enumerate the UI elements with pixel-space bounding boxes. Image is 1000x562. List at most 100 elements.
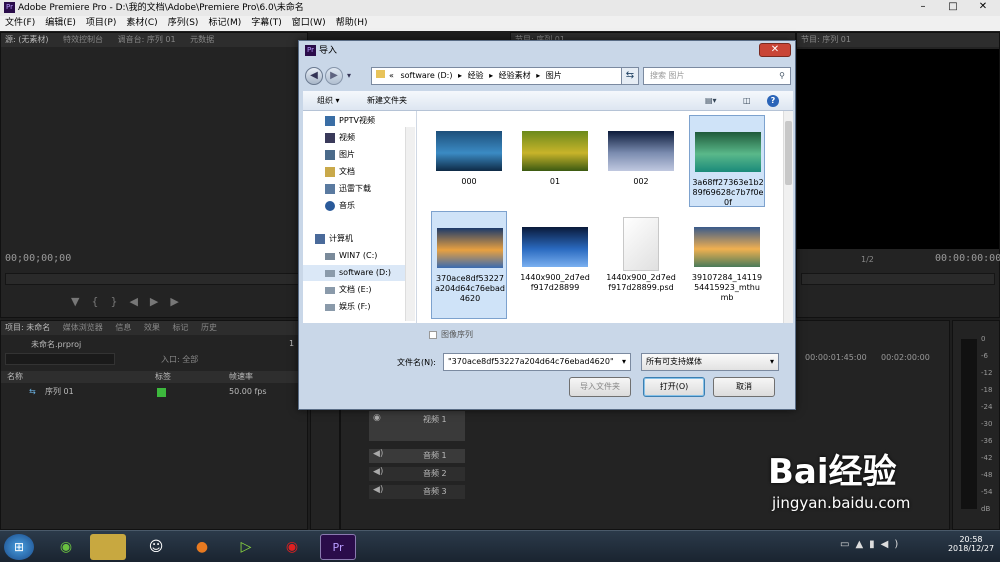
tab-info[interactable]: 信息 xyxy=(115,323,131,332)
address-separator[interactable]: ▸ xyxy=(489,71,493,80)
program-scrubber[interactable] xyxy=(801,273,995,285)
recent-locations-dropdown[interactable]: ▾ xyxy=(347,71,351,80)
file-tile[interactable]: 370ace8df53227a204d64c76ebad4620 xyxy=(431,211,507,319)
address-segment-pictures[interactable]: 图片 xyxy=(546,71,562,80)
source-scrubber[interactable] xyxy=(5,273,303,285)
back-button[interactable]: ◀ xyxy=(305,67,323,85)
nav-item-pptv[interactable]: PPTV视频 xyxy=(303,113,407,129)
qq-icon[interactable]: ☺ xyxy=(138,534,174,560)
program-zoom[interactable]: 1/2 xyxy=(861,255,874,264)
address-separator[interactable]: ▸ xyxy=(458,71,462,80)
tab-source[interactable]: 源: (无素材) xyxy=(5,35,48,44)
file-list-scrollbar[interactable] xyxy=(783,111,793,323)
project-in-filter[interactable]: 入口: 全部 xyxy=(161,354,198,365)
help-icon[interactable]: ? xyxy=(767,95,779,107)
scrollbar-thumb[interactable] xyxy=(785,121,792,185)
project-search-input[interactable] xyxy=(5,353,115,365)
address-overflow[interactable]: « xyxy=(389,71,394,80)
forward-button[interactable]: ▶ xyxy=(325,67,343,85)
close-window-button[interactable]: ✕ xyxy=(968,0,998,14)
filename-input[interactable]: "370ace8df53227a204d64c76ebad4620" ▾ xyxy=(443,353,631,371)
audio-track-header-1[interactable]: ◀) 音频 1 xyxy=(369,449,465,463)
view-options-icon[interactable]: ▤▾ xyxy=(705,91,717,111)
search-input[interactable]: 搜索 图片 ⚲ xyxy=(643,67,791,85)
menu-help[interactable]: 帮助(H) xyxy=(331,16,373,31)
tab-project[interactable]: 项目: 未命名 xyxy=(5,323,50,332)
import-folder-button[interactable]: 导入文件夹 xyxy=(569,377,631,397)
nav-item-drive-d[interactable]: software (D:) xyxy=(303,265,407,281)
menu-project[interactable]: 项目(P) xyxy=(81,16,121,31)
tab-markers[interactable]: 标记 xyxy=(172,323,188,332)
tab-effect-controls[interactable]: 特效控制台 xyxy=(63,35,103,44)
chevron-down-icon[interactable]: ▾ xyxy=(770,354,774,370)
image-sequence-option[interactable]: 图像序列 xyxy=(429,329,473,341)
file-type-select[interactable]: 所有可支持媒体 ▾ xyxy=(641,353,779,371)
eye-icon[interactable]: ◉ xyxy=(373,413,381,423)
audio-track-header-2[interactable]: ◀) 音频 2 xyxy=(369,467,465,481)
preview-pane-icon[interactable]: ◫ xyxy=(743,91,751,111)
media-player-icon[interactable]: ▷ xyxy=(228,534,264,560)
file-tile[interactable]: 1440x900_2d7edf917d28899.psd xyxy=(603,211,679,319)
address-segment-jingyan[interactable]: 经验 xyxy=(468,71,484,80)
minimize-button[interactable]: – xyxy=(908,0,938,14)
tab-history[interactable]: 历史 xyxy=(201,323,217,332)
firefox-icon[interactable]: ● xyxy=(184,534,220,560)
dialog-close-button[interactable]: ✕ xyxy=(759,43,791,57)
nav-item-drive-f[interactable]: 娱乐 (F:) xyxy=(303,299,407,315)
video-track-header[interactable]: ◉ 视频 1 xyxy=(369,411,465,441)
tab-program[interactable]: 节目: 序列 01 xyxy=(797,33,999,47)
menu-file[interactable]: 文件(F) xyxy=(0,16,40,31)
audio-track-header-3[interactable]: ◀) 音频 3 xyxy=(369,485,465,499)
nav-item-documents[interactable]: 文档 xyxy=(303,164,407,180)
address-segment-sucai[interactable]: 经验素材 xyxy=(499,71,531,80)
file-tile[interactable]: 002 xyxy=(603,115,679,223)
open-button[interactable]: 打开(O) xyxy=(643,377,705,397)
nav-item-downloads[interactable]: 迅雷下载 xyxy=(303,181,407,197)
tab-effects[interactable]: 效果 xyxy=(144,323,160,332)
nav-scrollbar[interactable] xyxy=(405,127,415,321)
menu-window[interactable]: 窗口(W) xyxy=(287,16,331,31)
menu-marker[interactable]: 标记(M) xyxy=(203,16,246,31)
file-tile[interactable]: 3a68ff27363e1b289f69628c7b7f0e0f xyxy=(689,115,765,207)
nav-item-music[interactable]: 音乐 xyxy=(303,198,407,214)
maximize-button[interactable]: □ xyxy=(938,0,968,14)
col-label[interactable]: 标签 xyxy=(155,371,171,383)
tab-audio-mixer[interactable]: 调音台: 序列 01 xyxy=(118,35,176,44)
nav-item-pictures[interactable]: 图片 xyxy=(303,147,407,163)
file-tile[interactable]: 000 xyxy=(431,115,507,223)
refresh-button[interactable]: ⇆ xyxy=(621,67,639,85)
nav-item-videos[interactable]: 视频 xyxy=(303,130,407,146)
menu-clip[interactable]: 素材(C) xyxy=(121,16,162,31)
chevron-down-icon[interactable]: ▾ xyxy=(622,354,626,370)
clock[interactable]: 20:58 2018/12/27 xyxy=(946,535,996,553)
system-tray-icons[interactable]: ▭▲▮◀) xyxy=(840,539,904,550)
nav-item-computer[interactable]: 计算机 xyxy=(303,231,407,247)
tab-metadata[interactable]: 元数据 xyxy=(190,35,214,44)
nav-item-drive-e[interactable]: 文档 (E:) xyxy=(303,282,407,298)
address-segment-drive[interactable]: software (D:) xyxy=(400,71,452,80)
col-fps[interactable]: 帧速率 xyxy=(229,371,253,383)
windows-start-icon[interactable]: ⊞ xyxy=(4,534,34,560)
speaker-icon[interactable]: ◀) xyxy=(373,467,383,477)
address-separator[interactable]: ▸ xyxy=(536,71,540,80)
browser-360-icon[interactable]: ◉ xyxy=(48,534,84,560)
image-sequence-checkbox[interactable] xyxy=(429,330,437,339)
recorder-icon[interactable]: ◉ xyxy=(274,534,310,560)
new-folder-button[interactable]: 新建文件夹 xyxy=(367,91,407,111)
file-tile[interactable]: 39107284_1411954415923_mthumb xyxy=(689,211,765,319)
col-name[interactable]: 名称 xyxy=(7,371,23,383)
explorer-icon[interactable] xyxy=(90,534,126,560)
speaker-icon[interactable]: ◀) xyxy=(373,449,383,459)
organize-button[interactable]: 组织 ▾ xyxy=(317,91,340,111)
tab-media-browser[interactable]: 媒体浏览器 xyxy=(63,323,103,332)
premiere-icon[interactable]: Pr xyxy=(320,534,356,560)
table-row[interactable]: ⇆ 序列 01 50.00 fps xyxy=(1,385,307,399)
menu-sequence[interactable]: 序列(S) xyxy=(163,16,204,31)
menu-title[interactable]: 字幕(T) xyxy=(246,16,287,31)
cancel-button[interactable]: 取消 xyxy=(713,377,775,397)
file-tile[interactable]: 01 xyxy=(517,115,593,223)
menu-edit[interactable]: 编辑(E) xyxy=(40,16,81,31)
speaker-icon[interactable]: ◀) xyxy=(373,485,383,495)
file-tile[interactable]: 1440x900_2d7edf917d28899 xyxy=(517,211,593,319)
nav-item-drive-c[interactable]: WIN7 (C:) xyxy=(303,248,407,264)
